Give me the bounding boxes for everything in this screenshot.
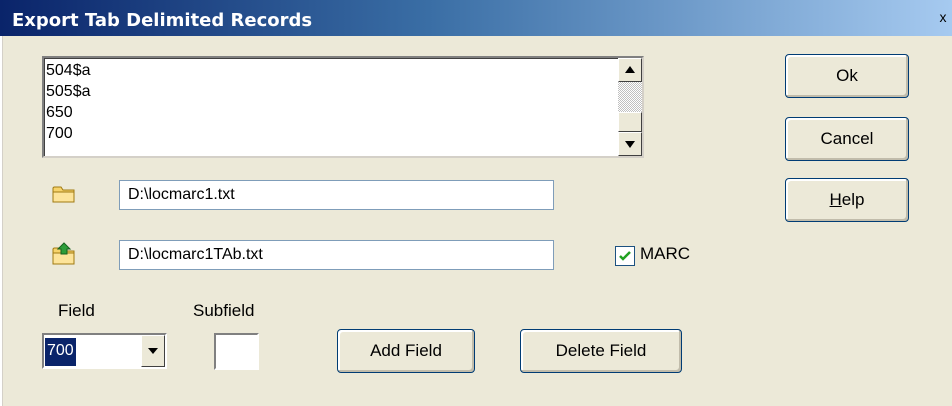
subfield-label: Subfield bbox=[193, 301, 255, 320]
help-button[interactable]: Help bbox=[785, 178, 909, 222]
field-combobox-value: 700 bbox=[45, 338, 76, 366]
output-file-field[interactable]: D:\locmarc1TAb.txt bbox=[119, 240, 554, 270]
list-item[interactable]: 650 bbox=[46, 102, 606, 123]
marc-checkbox[interactable] bbox=[615, 246, 635, 266]
arrow-up-icon bbox=[625, 66, 635, 73]
field-combobox[interactable]: 700 bbox=[42, 333, 167, 369]
help-label: elp bbox=[841, 190, 865, 209]
field-dropdown-button[interactable] bbox=[141, 335, 165, 367]
add-field-button[interactable]: Add Field bbox=[337, 329, 475, 373]
input-file-field[interactable]: D:\locmarc1.txt bbox=[119, 180, 554, 210]
list-item[interactable]: 504$a bbox=[46, 60, 606, 81]
scroll-thumb[interactable] bbox=[618, 112, 642, 132]
subfield-input[interactable] bbox=[214, 333, 259, 370]
marc-label[interactable]: MARC bbox=[640, 244, 690, 264]
window-border-inner bbox=[2, 36, 3, 406]
field-list[interactable]: 504$a 505$a 650 700 bbox=[42, 56, 644, 158]
close-button[interactable]: x bbox=[936, 8, 950, 26]
scroll-down-button[interactable] bbox=[618, 132, 642, 156]
cancel-button[interactable]: Cancel bbox=[785, 117, 909, 161]
help-accelerator: H bbox=[829, 190, 842, 209]
folder-icon[interactable] bbox=[52, 184, 76, 209]
title-bar: Export Tab Delimited Records x bbox=[0, 0, 952, 36]
window-title: Export Tab Delimited Records bbox=[12, 10, 313, 31]
list-item[interactable]: 700 bbox=[46, 123, 606, 144]
vertical-scrollbar[interactable] bbox=[618, 58, 642, 156]
field-label: Field bbox=[58, 301, 95, 320]
field-list-items: 504$a 505$a 650 700 bbox=[46, 60, 606, 144]
chevron-down-icon bbox=[148, 348, 158, 354]
export-folder-icon[interactable] bbox=[52, 242, 78, 271]
ok-button[interactable]: Ok bbox=[785, 54, 909, 98]
checkmark-icon bbox=[619, 251, 631, 261]
arrow-down-icon bbox=[625, 141, 635, 148]
scroll-up-button[interactable] bbox=[618, 58, 642, 82]
scroll-track[interactable] bbox=[618, 82, 642, 112]
delete-field-button[interactable]: Delete Field bbox=[520, 329, 682, 373]
list-item[interactable]: 505$a bbox=[46, 81, 606, 102]
